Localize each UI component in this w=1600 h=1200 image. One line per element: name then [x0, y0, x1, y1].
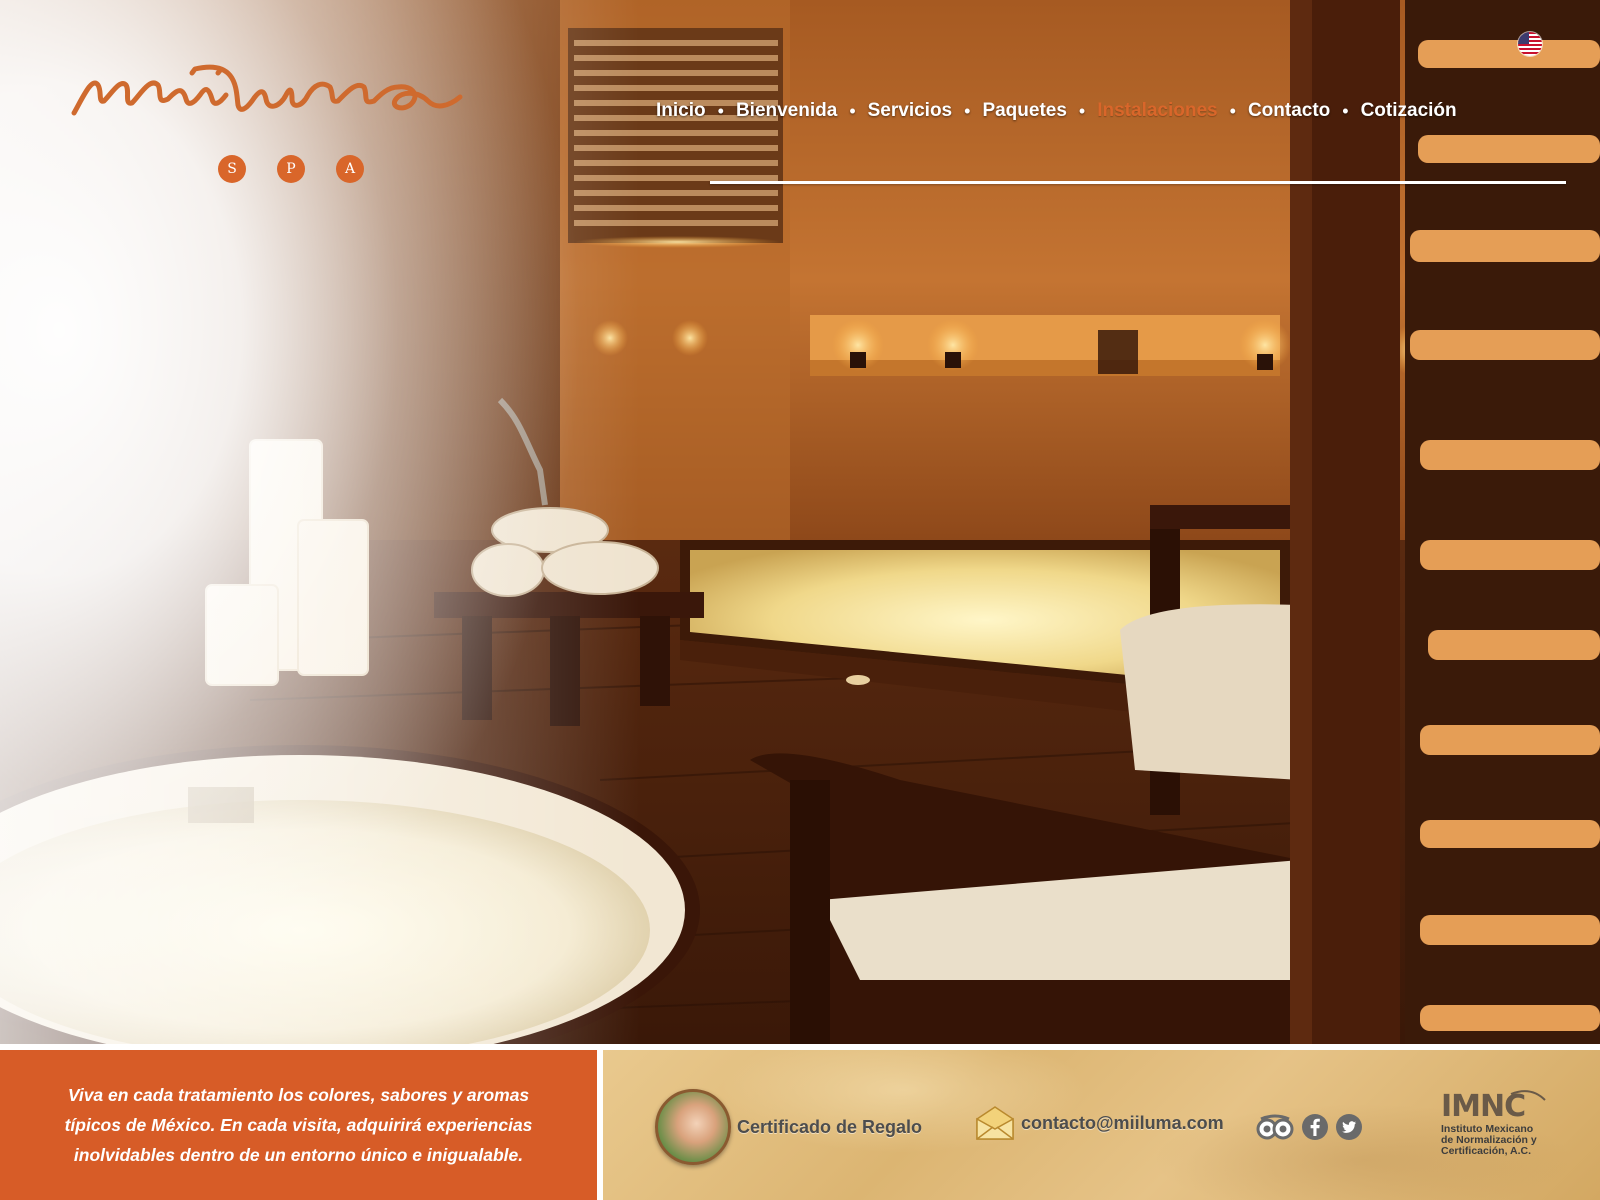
- imnc-logo-mark: IMNC: [1441, 1089, 1546, 1124]
- miiluma-wordmark: [71, 64, 463, 116]
- tagline-line-2: típicos de México. En cada visita, adqui…: [64, 1115, 533, 1135]
- twitter-icon[interactable]: [1335, 1113, 1363, 1141]
- tagline-line-3: inolvidables dentro de un entorno único …: [73, 1145, 524, 1165]
- facebook-icon[interactable]: [1301, 1113, 1329, 1141]
- nav-separator: •: [717, 100, 724, 121]
- nav-item-cotizacion[interactable]: Cotización: [1361, 100, 1457, 122]
- imnc-name: Instituto Mexicano de Normalización y Ce…: [1441, 1124, 1537, 1157]
- nav-item-contacto[interactable]: Contacto: [1248, 100, 1330, 122]
- tripadvisor-icon[interactable]: [1255, 1114, 1295, 1140]
- imnc-line-3: Certificación, A.C.: [1441, 1145, 1532, 1157]
- nav-item-paquetes[interactable]: Paquetes: [982, 100, 1066, 122]
- gift-certificate-link[interactable]: Certificado de Regalo: [655, 1089, 922, 1165]
- nav-separator: •: [1229, 100, 1236, 121]
- spa-letter-a: A: [336, 155, 364, 183]
- miiluma-spa-logo[interactable]: miiluma S P A: [68, 55, 528, 190]
- social-links: [1255, 1113, 1363, 1141]
- footer-links-panel: Certificado de Regalo contacto@miiluma.c…: [603, 1050, 1600, 1200]
- main-nav: Inicio • Bienvenida • Servicios • Paquet…: [656, 96, 1457, 126]
- tagline-line-1: Viva en cada tratamiento los colores, sa…: [67, 1085, 530, 1105]
- footer-tagline: Viva en cada tratamiento los colores, sa…: [19, 1080, 579, 1170]
- spa-letter-s: S: [218, 155, 246, 183]
- nav-item-servicios[interactable]: Servicios: [868, 100, 953, 122]
- footer-tagline-panel: Viva en cada tratamiento los colores, sa…: [0, 1050, 597, 1200]
- nav-item-instalaciones[interactable]: Instalaciones: [1097, 100, 1217, 122]
- nav-separator: •: [1078, 100, 1086, 121]
- email-address: contacto@miiluma.com: [1021, 1112, 1224, 1133]
- nav-separator: •: [1342, 100, 1349, 121]
- nav-underline-divider: [710, 181, 1566, 184]
- gift-certificate-label: Certificado de Regalo: [737, 1116, 923, 1137]
- us-flag-icon[interactable]: [1518, 32, 1542, 56]
- nav-separator: •: [849, 100, 856, 121]
- email-link[interactable]: contacto@miiluma.com: [975, 1105, 1224, 1141]
- spa-subtitle: S P A: [218, 155, 364, 183]
- gift-certificate-photo: [655, 1089, 731, 1165]
- envelope-icon: [976, 1106, 1014, 1140]
- nav-item-inicio[interactable]: Inicio: [656, 100, 706, 122]
- nav-separator: •: [964, 100, 971, 121]
- imnc-certification-badge: IMNC Instituto Mexicano de Normalización…: [1441, 1086, 1561, 1170]
- nav-item-bienvenida[interactable]: Bienvenida: [736, 100, 837, 122]
- spa-letter-p: P: [277, 155, 305, 183]
